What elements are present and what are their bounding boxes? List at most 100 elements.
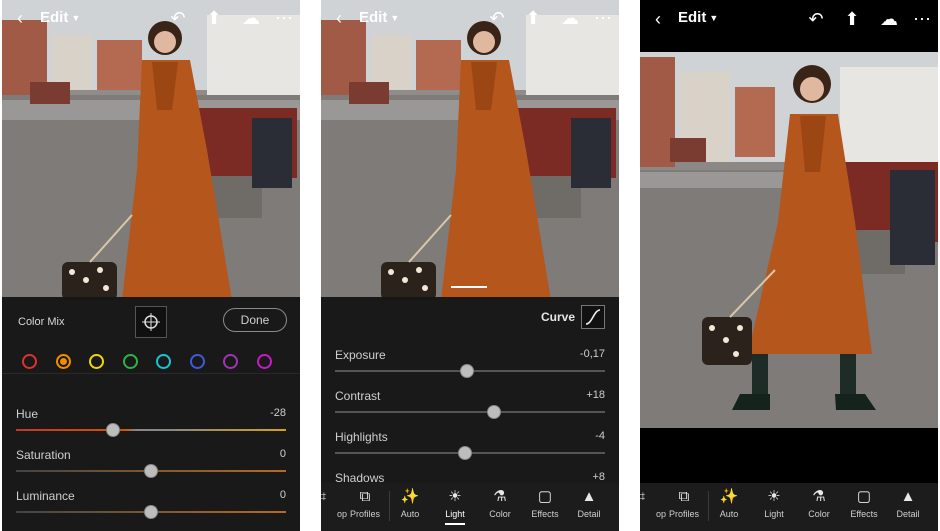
color-icon: ⚗ bbox=[812, 488, 826, 505]
share-icon[interactable]: ⬆ bbox=[523, 8, 543, 28]
tool-label: Auto bbox=[719, 509, 739, 519]
tool-auto[interactable]: ✨ Auto bbox=[387, 487, 433, 519]
tool-auto[interactable]: ✨ Auto bbox=[706, 487, 752, 519]
tool-color[interactable]: ⚗ Color bbox=[796, 487, 842, 519]
tool-label: Color bbox=[808, 509, 830, 519]
slider-label: Exposure bbox=[335, 348, 386, 362]
back-chevron-icon[interactable]: ‹ bbox=[648, 9, 668, 29]
cloud-sync-icon[interactable]: ☁ bbox=[876, 9, 902, 29]
tool-label: Detail bbox=[896, 509, 920, 519]
cloud-sync-icon[interactable]: ☁ bbox=[238, 8, 264, 28]
slider-track[interactable] bbox=[16, 429, 286, 431]
share-icon[interactable]: ⬆ bbox=[842, 9, 862, 29]
color-icon: ⚗ bbox=[493, 488, 507, 505]
edit-mode-dropdown[interactable]: Edit ▼ bbox=[359, 9, 399, 26]
tool-light[interactable]: ☀ Light bbox=[432, 487, 478, 525]
slider-label: Saturation bbox=[16, 448, 71, 462]
tool-label: Effects bbox=[531, 509, 559, 519]
top-bar: ‹ Edit ▼ ↶ ⬆ ☁ ⋯ bbox=[640, 0, 938, 52]
tool-label: Detail bbox=[577, 509, 601, 519]
color-swatch[interactable] bbox=[122, 354, 138, 369]
tool-detail[interactable]: ▲ Detail bbox=[885, 487, 931, 519]
detail-icon: ▲ bbox=[900, 488, 916, 505]
effects-icon: ▢ bbox=[856, 488, 872, 505]
color-swatch-row bbox=[22, 354, 282, 372]
curve-label: Curve bbox=[541, 310, 576, 324]
color-swatch[interactable] bbox=[55, 354, 71, 369]
detail-icon: ▲ bbox=[581, 488, 597, 505]
chevron-down-icon: ▼ bbox=[709, 13, 719, 24]
slider-label: Luminance bbox=[16, 489, 75, 503]
more-options-icon[interactable]: ⋯ bbox=[912, 9, 932, 29]
profiles-icon: ⧉ bbox=[678, 488, 690, 505]
share-icon[interactable]: ⬆ bbox=[204, 8, 224, 28]
targeted-adjustment-button[interactable] bbox=[135, 306, 167, 338]
chevron-down-icon: ▼ bbox=[71, 13, 81, 24]
auto-icon: ✨ bbox=[400, 488, 420, 505]
tool-profiles[interactable]: ⧉ Profiles bbox=[342, 487, 388, 519]
tool-detail[interactable]: ▲ Detail bbox=[566, 487, 612, 519]
color-swatch[interactable] bbox=[89, 354, 104, 369]
slider-thumb[interactable] bbox=[487, 405, 502, 419]
toolbar-divider bbox=[708, 491, 709, 521]
tone-curve-icon bbox=[585, 309, 601, 325]
edit-mode-dropdown[interactable]: Edit ▼ bbox=[40, 9, 80, 26]
more-options-icon[interactable]: ⋯ bbox=[274, 8, 294, 28]
slider-value: -28 bbox=[270, 407, 286, 419]
slider-value: 0 bbox=[279, 448, 286, 460]
color-swatch[interactable] bbox=[189, 354, 205, 369]
slider-label: Hue bbox=[16, 407, 39, 421]
slider-thumb[interactable] bbox=[106, 423, 121, 437]
slider-value: 0 bbox=[279, 489, 286, 501]
color-swatch[interactable] bbox=[22, 354, 37, 369]
tool-label: Effects bbox=[850, 509, 878, 519]
slider-value: -0,17 bbox=[579, 348, 605, 360]
color-mix-panel: Color Mix Done Hue -28 Saturation 0 Luminanc… bbox=[2, 297, 300, 531]
color-swatch[interactable] bbox=[223, 354, 238, 369]
tool-label: Profiles bbox=[349, 509, 380, 519]
color-mix-title: Color Mix bbox=[18, 316, 65, 328]
tool-profiles[interactable]: ⧉ Profiles bbox=[661, 487, 707, 519]
edit-mode-dropdown[interactable]: Edit ▼ bbox=[678, 9, 718, 26]
phone-screen-light: ‹ Edit ▼ ↶ ⬆ ☁ ⋯ Curve Exposure -0,17 Contr… bbox=[321, 0, 619, 531]
slider-label: Contrast bbox=[335, 389, 381, 403]
color-swatch[interactable] bbox=[156, 354, 171, 369]
divider bbox=[2, 373, 300, 374]
slider-track[interactable] bbox=[335, 411, 605, 413]
top-bar: ‹ Edit ▼ ↶ ⬆ ☁ ⋯ bbox=[321, 0, 619, 36]
bottom-toolbar: ⌗ op ⧉ Profiles ✨ Auto ☀ Light ⚗ Color ▢ Effects ▲ De… bbox=[640, 483, 938, 531]
slider-value: +8 bbox=[592, 471, 605, 483]
done-button[interactable]: Done bbox=[223, 308, 287, 332]
back-chevron-icon[interactable]: ‹ bbox=[329, 8, 349, 28]
slider-thumb[interactable] bbox=[144, 464, 158, 478]
undo-icon[interactable]: ↶ bbox=[168, 8, 188, 28]
slider-value: +18 bbox=[586, 389, 605, 401]
slider-thumb[interactable] bbox=[144, 505, 158, 519]
tool-label: Light bbox=[764, 509, 784, 519]
profiles-icon: ⧉ bbox=[359, 488, 371, 505]
curve-button[interactable] bbox=[581, 305, 605, 329]
undo-icon[interactable]: ↶ bbox=[487, 8, 507, 28]
tool-label: Light bbox=[445, 509, 465, 519]
more-options-icon[interactable]: ⋯ bbox=[593, 8, 613, 28]
undo-icon[interactable]: ↶ bbox=[806, 9, 826, 29]
target-crosshair-icon bbox=[142, 313, 160, 331]
light-icon: ☀ bbox=[767, 488, 781, 505]
slider-value: -4 bbox=[595, 430, 605, 442]
chevron-down-icon: ▼ bbox=[390, 13, 400, 24]
tool-light[interactable]: ☀ Light bbox=[751, 487, 797, 519]
phone-screen-preview: ‹ Edit ▼ ↶ ⬆ ☁ ⋯ ⌗ op ⧉ Profiles ✨ Auto ☀ Light ⚗… bbox=[640, 0, 938, 531]
tool-label: Auto bbox=[400, 509, 420, 519]
tool-color[interactable]: ⚗ Color bbox=[477, 487, 523, 519]
tool-effects[interactable]: ▢ Effects bbox=[841, 487, 887, 519]
tool-effects[interactable]: ▢ Effects bbox=[522, 487, 568, 519]
slider-thumb[interactable] bbox=[460, 364, 475, 378]
effects-icon: ▢ bbox=[537, 488, 553, 505]
slider-thumb[interactable] bbox=[457, 446, 472, 460]
color-swatch[interactable] bbox=[256, 354, 272, 369]
back-chevron-icon[interactable]: ‹ bbox=[10, 8, 30, 28]
photo-canvas bbox=[640, 52, 938, 428]
toolbar-divider bbox=[389, 491, 390, 521]
cloud-sync-icon[interactable]: ☁ bbox=[557, 8, 583, 28]
tool-label: Profiles bbox=[668, 509, 699, 519]
